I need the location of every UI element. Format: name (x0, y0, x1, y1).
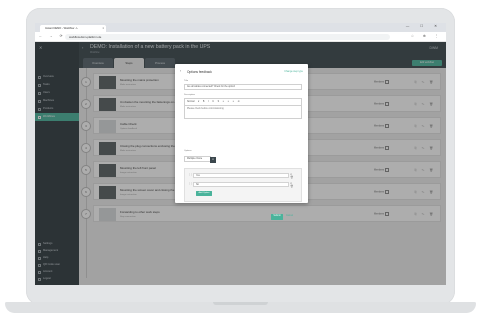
option-row[interactable]: ⋮⋮ No ⊘ 🗑 (188, 182, 298, 188)
description-editor[interactable]: Normal ▾ B I U S ≡ ≡ ≡ ⊘ Please check be… (184, 98, 302, 119)
change-step-type-link[interactable]: Change step type (284, 70, 303, 73)
description-label: Description (184, 94, 195, 96)
browser-address-bar: ← → ⟳ ⌂ workflow.dwm-platform.de ☆ ⊕ ⋮ (35, 32, 446, 42)
url-input[interactable]: workflow.dwm-platform.de (65, 33, 390, 40)
browser-tab[interactable]: Instant DEMO - Workflow - L × (40, 25, 106, 32)
option-input[interactable]: Yes (193, 173, 289, 178)
browser-tab-bar: Instant DEMO - Workflow - L × — ☐ ✕ (35, 23, 446, 32)
question-type-select[interactable]: Multiple choice ▾ (184, 156, 216, 163)
option-actions[interactable]: ⊘ 🗑 (290, 182, 298, 188)
options-feedback-dialog: ‹ Options feedback Change step type Titl… (175, 64, 308, 220)
laptop-base (5, 302, 476, 313)
laptop-notch (213, 302, 268, 305)
option-actions[interactable]: ⊘ 🗑 (290, 173, 298, 179)
cancel-button[interactable]: Cancel (286, 214, 293, 220)
submit-button[interactable]: Submit (271, 214, 283, 220)
options-label: Options (184, 150, 192, 152)
title-field[interactable]: Are all cables connected? Check for the … (184, 84, 302, 90)
question-type-value: Multiple choice (187, 158, 203, 160)
tab-close-icon[interactable]: × (102, 25, 104, 32)
browser-tab-title: Instant DEMO - Workflow - L (45, 27, 78, 30)
option-input[interactable]: No (193, 182, 289, 187)
options-list: ⋮⋮ Yes ⊘ 🗑 ⋮⋮ No ⊘ 🗑 Add Option (184, 168, 302, 202)
title-label: Title (184, 80, 189, 82)
window-controls[interactable]: — ☐ ✕ (406, 24, 442, 28)
add-option-button[interactable]: Add Option (196, 191, 212, 196)
option-row[interactable]: ⋮⋮ Yes ⊘ 🗑 (188, 173, 298, 179)
chevron-down-icon[interactable]: ▾ (210, 156, 216, 163)
laptop-screen: Instant DEMO - Workflow - L × — ☐ ✕ ← → … (35, 23, 446, 285)
editor-toolbar[interactable]: Normal ▾ B I U S ≡ ≡ ≡ ⊘ (185, 99, 301, 106)
browser-toolbar-icons[interactable]: ☆ ⊕ ⋮ (411, 34, 442, 38)
dialog-title: Options feedback (187, 69, 212, 74)
description-text: Please check before commissioning (187, 108, 224, 110)
back-icon[interactable]: ‹ (180, 69, 181, 73)
